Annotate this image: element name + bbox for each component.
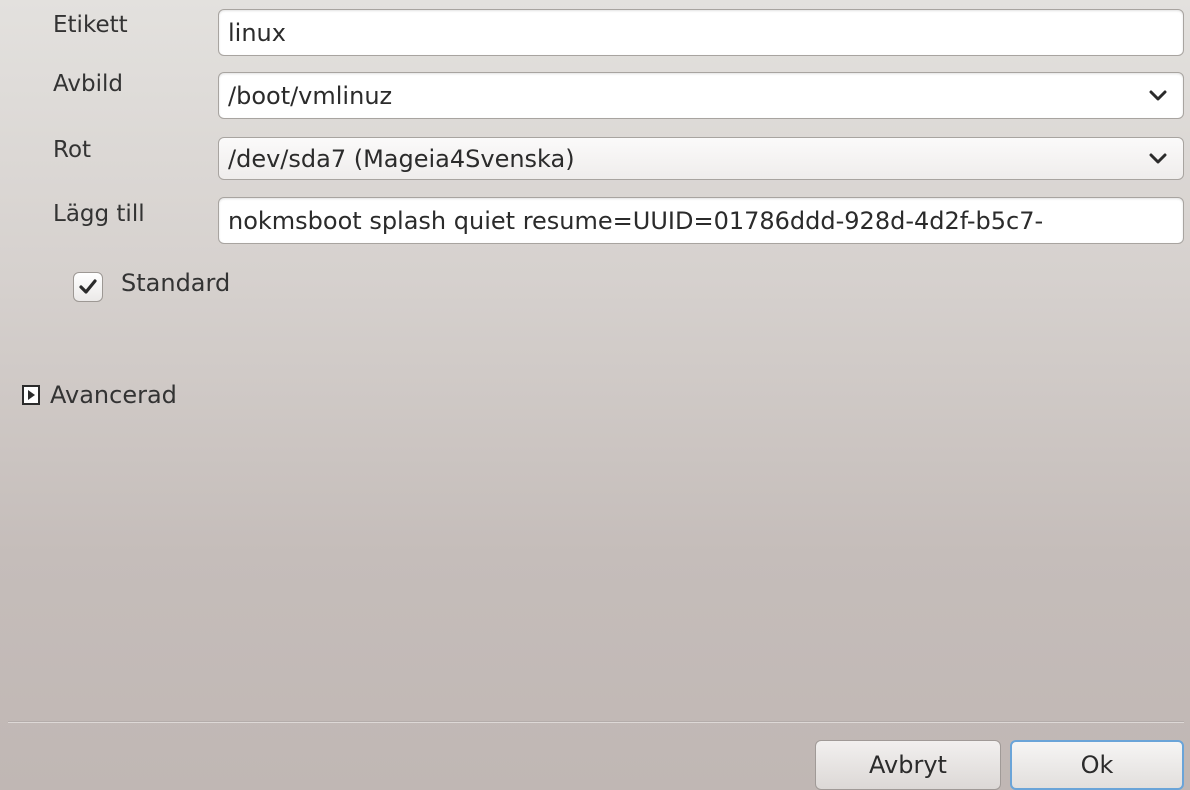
checkmark-icon [79, 279, 97, 294]
default-checkbox[interactable] [73, 272, 103, 302]
append-input[interactable]: nokmsboot splash quiet resume=UUID=01786… [218, 197, 1184, 244]
label-input-value: linux [228, 18, 286, 47]
chevron-down-icon[interactable] [1143, 73, 1173, 118]
cancel-button[interactable]: Avbryt [815, 740, 1001, 790]
advanced-expander[interactable]: Avancerad [22, 383, 177, 407]
label-field-label: Etikett [53, 12, 128, 38]
append-input-value: nokmsboot splash quiet resume=UUID=01786… [228, 206, 1044, 235]
default-checkbox-label[interactable]: Standard [121, 271, 230, 295]
root-combo[interactable]: /dev/sda7 (Mageia4Svenska) [218, 137, 1184, 180]
dialog-separator [8, 721, 1184, 723]
label-input[interactable]: linux [218, 9, 1184, 56]
triangle-right-icon[interactable] [22, 385, 40, 405]
advanced-expander-label[interactable]: Avancerad [50, 383, 177, 407]
image-combo-value: /boot/vmlinuz [228, 81, 393, 110]
root-combo-value: /dev/sda7 (Mageia4Svenska) [228, 144, 575, 173]
chevron-down-icon[interactable] [1143, 138, 1173, 179]
ok-button[interactable]: Ok [1010, 740, 1184, 790]
image-combo[interactable]: /boot/vmlinuz [218, 72, 1184, 119]
append-field-label: Lägg till [53, 201, 145, 227]
image-field-label: Avbild [53, 71, 123, 97]
root-field-label: Rot [53, 137, 92, 163]
